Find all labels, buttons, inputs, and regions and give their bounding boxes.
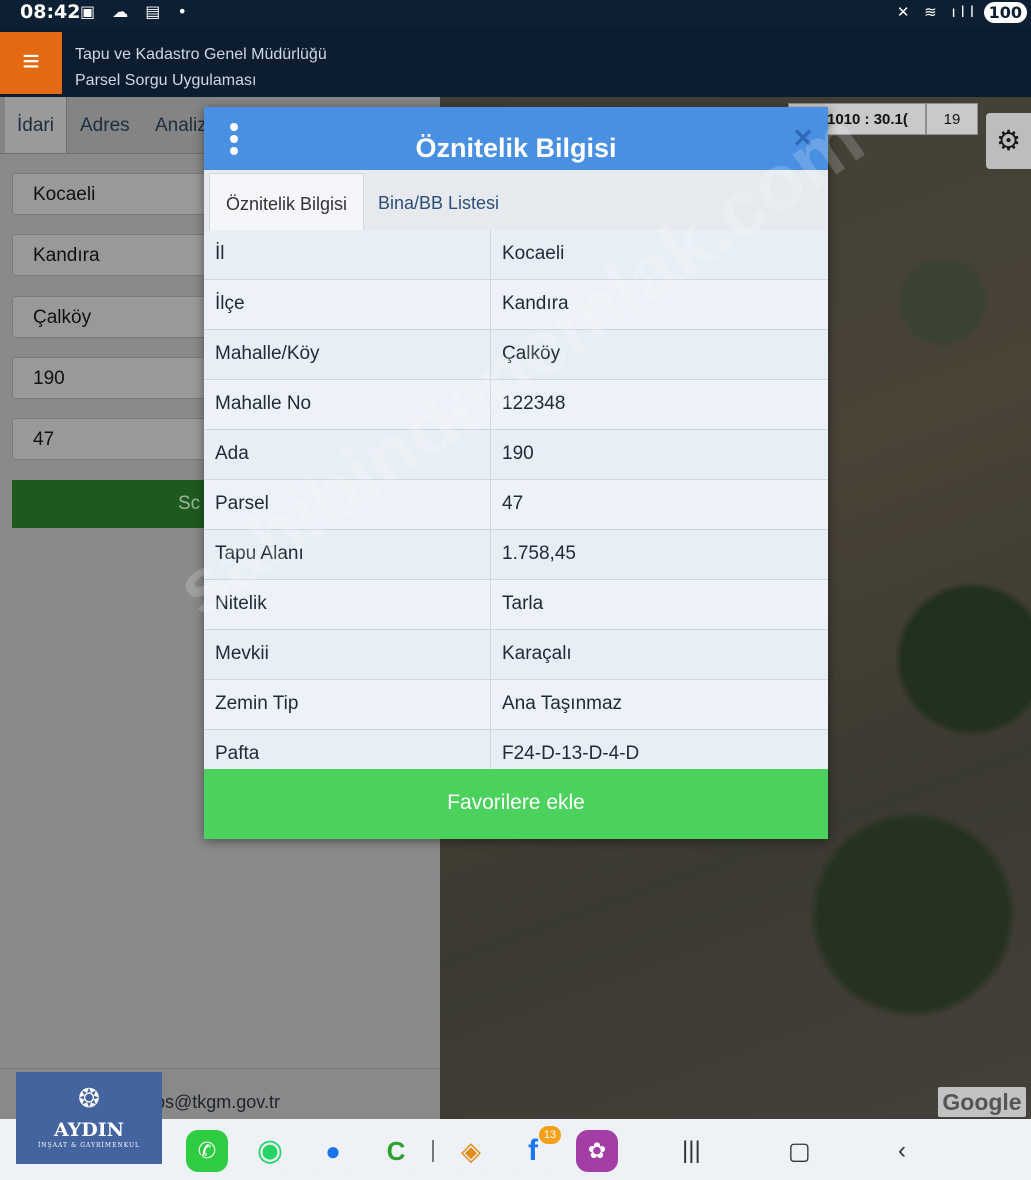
logo-subtitle: İNŞAAT & GAYRİMENKUL <box>37 1142 141 1149</box>
row-key: Parsel <box>215 493 269 514</box>
status-time: 08:42 <box>20 1 81 23</box>
company-logo: ❂ AYDIN İNŞAAT & GAYRİMENKUL <box>16 1072 162 1164</box>
whatsapp-app-icon[interactable]: ◉ <box>249 1130 291 1172</box>
map-zoom-level: 19 <box>926 103 978 135</box>
table-row: Nitelik Tarla <box>204 580 828 630</box>
tab-adres[interactable]: Adres <box>80 97 130 153</box>
tab-analiz[interactable]: Analiz <box>155 97 207 153</box>
row-key: İlçe <box>215 293 245 314</box>
add-to-favorites-button[interactable]: Favorilere ekle <box>204 769 828 839</box>
contact-email-link[interactable]: cbs@tkgm.gov.tr <box>146 1092 280 1113</box>
row-key: Nitelik <box>215 593 267 614</box>
tab-building-list[interactable]: Bina/BB Listesi <box>378 173 499 233</box>
back-icon[interactable]: ‹ <box>898 1137 906 1165</box>
c-app-icon[interactable]: C <box>375 1130 417 1172</box>
tulip-app-icon[interactable]: ✿ <box>576 1130 618 1172</box>
attribute-info-dialog: Öznitelik Bilgisi ✕ Öznitelik Bilgisi Bi… <box>204 107 828 839</box>
close-icon[interactable]: ✕ <box>792 123 814 154</box>
row-value: 1.758,45 <box>502 543 576 564</box>
row-value: 47 <box>502 493 524 514</box>
gear-icon[interactable]: ⚙ <box>986 113 1031 169</box>
home-icon[interactable]: ▢ <box>788 1137 811 1166</box>
logo-name: AYDIN <box>53 1119 125 1141</box>
row-key: Mahalle No <box>215 393 312 414</box>
app-title-line2: Parsel Sorgu Uygulaması <box>75 72 257 89</box>
table-row: Parsel 47 <box>204 480 828 530</box>
table-row: Mevkii Karaçalı <box>204 630 828 680</box>
row-value: Ana Taşınmaz <box>502 693 623 714</box>
table-row: İlçe Kandıra <box>204 280 828 330</box>
tab-idari[interactable]: İdari <box>5 97 67 153</box>
messages-app-icon[interactable]: ● <box>312 1130 354 1172</box>
status-bar: 08:42 ▣ ☁ ▤ • ✕ ≋ ıll 100 <box>0 0 1031 28</box>
google-attribution: Google <box>938 1087 1026 1117</box>
recents-icon[interactable]: ||| <box>682 1137 701 1165</box>
notification-icons: ▣ ☁ ▤ • <box>80 2 193 21</box>
row-value: 122348 <box>502 393 566 414</box>
notification-badge: 13 <box>539 1126 561 1144</box>
mute-wifi-signal-icons: ✕ ≋ ıll <box>896 3 979 21</box>
row-key: Tapu Alanı <box>215 543 304 564</box>
row-value: Çalköy <box>502 343 561 364</box>
phone-app-icon[interactable]: ✆ <box>186 1130 228 1172</box>
battery-indicator: 100 <box>983 2 1027 23</box>
row-key: Ada <box>215 443 249 464</box>
row-value: Kandıra <box>502 293 569 314</box>
store-app-icon[interactable]: ◈ <box>450 1130 492 1172</box>
row-value: Tarla <box>502 593 544 614</box>
row-key: Mahalle/Köy <box>215 343 320 364</box>
row-key: Mevkii <box>215 643 269 664</box>
app-title: Tapu ve Kadastro Genel Müdürlüğü Parsel … <box>75 42 327 94</box>
row-key: İl <box>215 243 225 264</box>
tab-attribute-info[interactable]: Öznitelik Bilgisi <box>209 173 364 230</box>
dialog-header: Öznitelik Bilgisi ✕ <box>204 107 828 170</box>
row-value: 190 <box>502 443 534 464</box>
row-value: Karaçalı <box>502 643 572 664</box>
attribute-table: İl Kocaeli İlçe Kandıra Mahalle/Köy Çalköy … <box>204 230 828 780</box>
hamburger-menu-icon[interactable]: ≡ <box>0 32 62 94</box>
dialog-tabs: Öznitelik Bilgisi Bina/BB Listesi <box>204 170 828 231</box>
row-value: Kocaeli <box>502 243 565 264</box>
dock-divider <box>432 1140 434 1162</box>
table-row: Zemin Tip Ana Taşınmaz <box>204 680 828 730</box>
table-row: İl Kocaeli <box>204 230 828 280</box>
table-row: Ada 190 <box>204 430 828 480</box>
table-row: Mahalle No 122348 <box>204 380 828 430</box>
logo-mark-icon: ❂ <box>78 1084 100 1114</box>
row-key: Zemin Tip <box>215 693 299 714</box>
table-row: Mahalle/Köy Çalköy <box>204 330 828 380</box>
table-row: Tapu Alanı 1.758,45 <box>204 530 828 580</box>
app-title-line1: Tapu ve Kadastro Genel Müdürlüğü <box>75 46 327 63</box>
